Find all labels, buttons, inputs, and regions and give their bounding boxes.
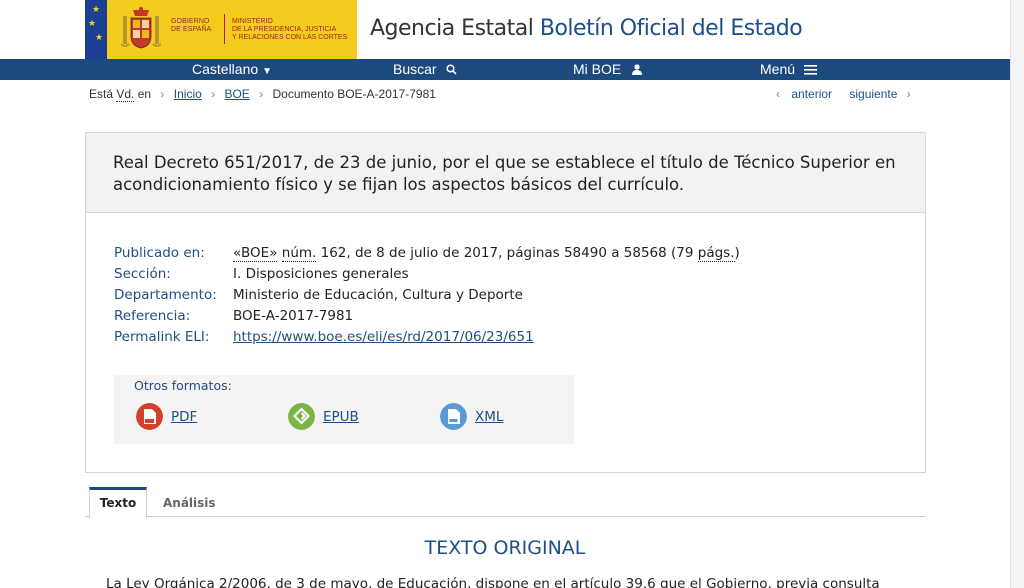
department-value: Ministerio de Educación, Cultura y Depor… bbox=[233, 287, 523, 303]
main-nav: Castellano ▼ Buscar Mi BOE Menú bbox=[0, 59, 1010, 80]
meta-row-permalink: Permalink ELI: https://www.boe.es/eli/es… bbox=[114, 327, 740, 348]
chevron-right-icon: › bbox=[160, 87, 165, 101]
my-boe-label: Mi BOE bbox=[573, 61, 622, 77]
language-label: Castellano bbox=[192, 61, 259, 77]
meta-row-reference: Referencia: BOE-A-2017-7981 bbox=[114, 306, 740, 327]
breadcrumb: Está Vd. en › Inicio › BOE › Documento B… bbox=[89, 87, 436, 102]
government-logo[interactable]: GOBIERNO DE ESPAÑA MINISTERIO DE LA PRES… bbox=[107, 0, 357, 59]
section-value: I. Disposiciones generales bbox=[233, 266, 409, 282]
eu-flag-strip: ★ ★ ★ bbox=[85, 0, 107, 59]
caret-down-icon: ▼ bbox=[262, 66, 273, 77]
site-header: ★ ★ ★ GOBIERNO DE ESPAÑA MINISTERIO DE L… bbox=[0, 0, 1024, 59]
published-value: «BOE» núm. 162, de 8 de julio de 2017, p… bbox=[233, 243, 740, 264]
agency-name: Boletín Oficial del Estado bbox=[539, 16, 803, 41]
epub-link[interactable]: EPUB bbox=[323, 409, 359, 425]
logo-divider bbox=[224, 14, 225, 44]
meta-row-published: Publicado en: «BOE» núm. 162, de 8 de ju… bbox=[114, 243, 740, 264]
user-icon bbox=[632, 64, 643, 75]
published-close: ) bbox=[734, 245, 740, 261]
agency-title[interactable]: Agencia Estatal Boletín Oficial del Esta… bbox=[370, 16, 803, 41]
pdf-download[interactable]: PDF bbox=[136, 403, 197, 430]
permalink-link[interactable]: https://www.boe.es/eli/es/rd/2017/06/23/… bbox=[233, 329, 534, 345]
search-nav-button[interactable]: Buscar bbox=[393, 59, 458, 80]
reference-value: BOE-A-2017-7981 bbox=[233, 308, 354, 324]
body-text: La Ley Orgánica 2/2006, de 3 de mayo, de… bbox=[106, 576, 880, 588]
boe-abbr: «BOE» bbox=[233, 245, 278, 262]
document-card: Real Decreto 651/2017, de 23 de junio, p… bbox=[85, 132, 926, 473]
search-label: Buscar bbox=[393, 61, 437, 77]
coat-of-arms-icon bbox=[121, 7, 161, 49]
epub-icon bbox=[288, 403, 315, 430]
permalink-label: Permalink ELI: bbox=[114, 329, 210, 345]
meta-row-section: Sección: I. Disposiciones generales bbox=[114, 264, 740, 285]
doc-pager: ‹ anterior siguiente › bbox=[776, 87, 911, 101]
ministry-label: MINISTERIO DE LA PRESIDENCIA, JUSTICIA Y… bbox=[232, 18, 348, 41]
breadcrumb-home-link[interactable]: Inicio bbox=[174, 87, 202, 101]
published-detail: 162, de 8 de julio de 2017, páginas 5849… bbox=[320, 245, 694, 261]
epub-download[interactable]: EPUB bbox=[288, 403, 359, 430]
chevron-right-icon: › bbox=[211, 87, 216, 101]
published-label: Publicado en: bbox=[114, 245, 205, 261]
chevron-right-icon: › bbox=[259, 87, 264, 101]
num-abbr: núm. bbox=[281, 245, 317, 262]
breadcrumb-current: Documento BOE-A-2017-7981 bbox=[272, 87, 436, 101]
document-title: Real Decreto 651/2017, de 23 de junio, p… bbox=[113, 153, 896, 194]
my-boe-button[interactable]: Mi BOE bbox=[573, 59, 643, 80]
meta-row-department: Departamento: Ministerio de Educación, C… bbox=[114, 285, 740, 306]
breadcrumb-abbr: Vd. bbox=[116, 87, 135, 102]
breadcrumb-boe-link[interactable]: BOE bbox=[224, 87, 249, 101]
breadcrumb-prefix: Está bbox=[89, 87, 114, 101]
search-icon bbox=[446, 64, 458, 75]
original-text-heading: TEXTO ORIGINAL bbox=[424, 537, 586, 559]
agency-prefix: Agencia Estatal bbox=[370, 16, 534, 41]
pdf-link[interactable]: PDF bbox=[171, 409, 197, 425]
breadcrumb-prefix-end: en bbox=[137, 87, 152, 101]
document-title-bar: Real Decreto 651/2017, de 23 de junio, p… bbox=[86, 133, 925, 213]
content-tabs: Texto Análisis bbox=[85, 487, 926, 518]
xml-icon bbox=[440, 403, 467, 430]
other-formats-label: Otros formatos: bbox=[134, 378, 232, 393]
pags-abbr: págs. bbox=[697, 245, 735, 262]
hamburger-icon bbox=[803, 65, 817, 75]
vertical-scrollbar[interactable] bbox=[1010, 0, 1024, 588]
tab-analisis[interactable]: Análisis bbox=[163, 487, 216, 517]
department-label: Departamento: bbox=[114, 287, 217, 303]
chevron-right-icon: › bbox=[906, 87, 911, 101]
pdf-icon bbox=[136, 403, 163, 430]
other-formats-panel: Otros formatos: PDF EPUB XML bbox=[114, 375, 574, 444]
gov-label: GOBIERNO DE ESPAÑA bbox=[171, 18, 212, 33]
previous-link[interactable]: anterior bbox=[791, 87, 832, 101]
menu-button[interactable]: Menú bbox=[760, 59, 817, 80]
next-link[interactable]: siguiente bbox=[849, 87, 897, 101]
section-label: Sección: bbox=[114, 266, 171, 282]
xml-download[interactable]: XML bbox=[440, 403, 503, 430]
chevron-left-icon: ‹ bbox=[776, 87, 780, 101]
xml-link[interactable]: XML bbox=[475, 409, 503, 425]
reference-label: Referencia: bbox=[114, 308, 191, 324]
language-selector[interactable]: Castellano ▼ bbox=[192, 59, 272, 80]
document-metadata: Publicado en: «BOE» núm. 162, de 8 de ju… bbox=[114, 243, 740, 348]
tab-texto[interactable]: Texto bbox=[89, 487, 147, 518]
menu-label: Menú bbox=[760, 61, 796, 77]
